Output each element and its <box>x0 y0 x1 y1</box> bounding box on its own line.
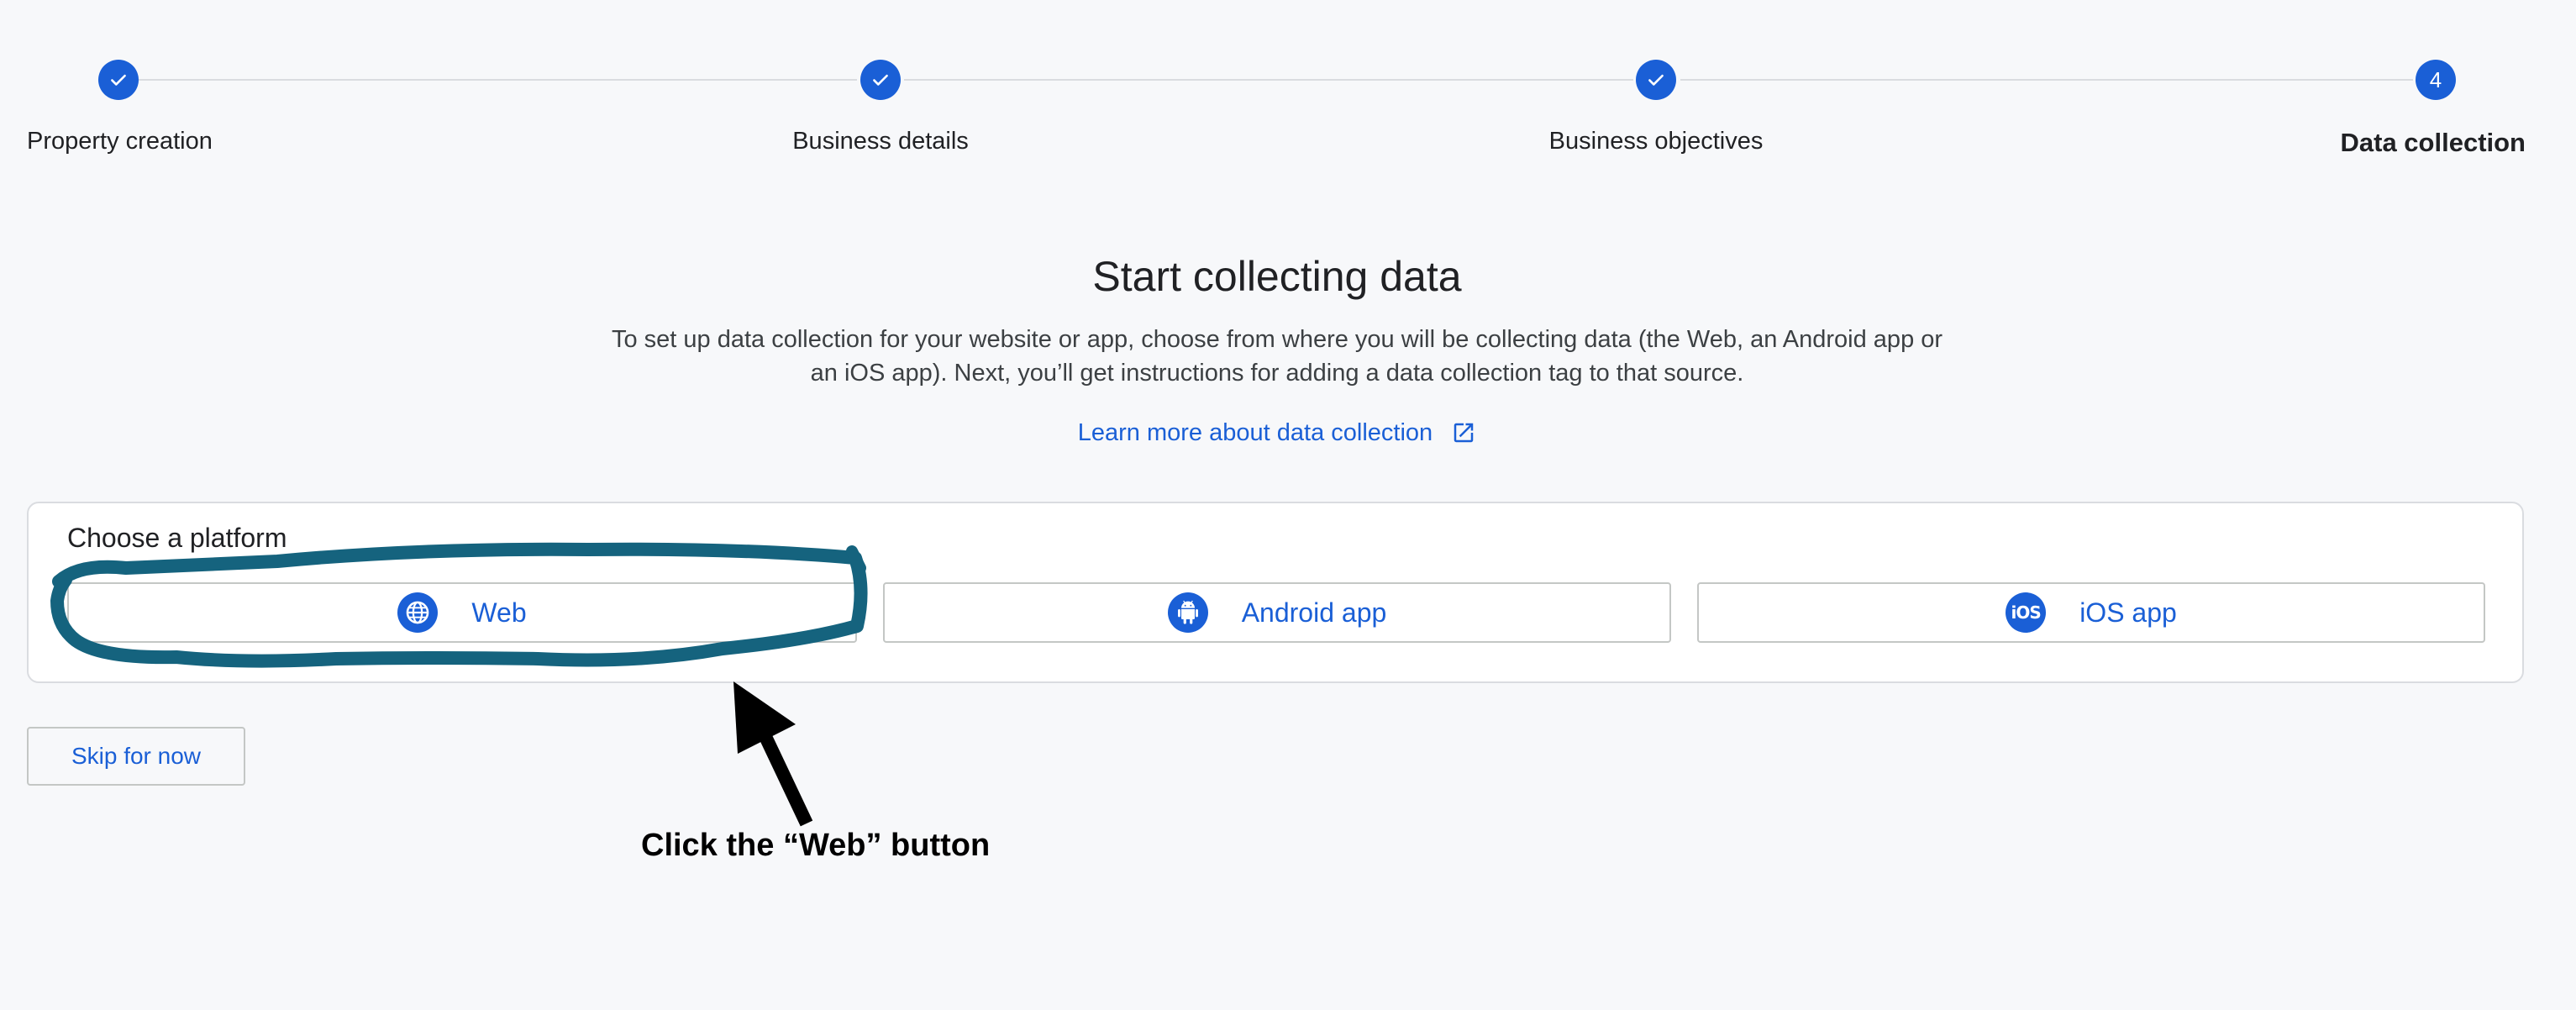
skip-for-now-button[interactable]: Skip for now <box>27 727 245 786</box>
check-icon <box>111 74 126 86</box>
annotation-caption: Click the “Web” button <box>641 828 991 863</box>
check-icon <box>873 74 888 86</box>
pointer-arrow-icon <box>733 681 813 827</box>
web-platform-button[interactable]: Web <box>67 582 857 643</box>
step-1-complete-indicator <box>98 60 139 100</box>
android-platform-button[interactable]: Android app <box>883 582 1671 643</box>
step-label-business-objectives: Business objectives <box>1548 128 1764 155</box>
ios-platform-label: iOS app <box>2079 597 2177 628</box>
stepper-connector <box>904 79 1633 81</box>
web-platform-label: Web <box>471 597 527 628</box>
step-3-complete-indicator <box>1636 60 1676 100</box>
learn-more-link[interactable]: Learn more about data collection <box>0 418 2554 447</box>
ios-platform-button[interactable]: iOS iOS app <box>1697 582 2485 643</box>
open-in-new-icon <box>1454 423 1474 443</box>
step-4-current-indicator: 4 <box>2416 60 2456 100</box>
step-label-business-details: Business details <box>792 128 969 155</box>
progress-stepper: 4 Property creation Business details Bus… <box>0 0 2576 168</box>
platform-heading: Choose a platform <box>67 523 287 553</box>
page-title: Start collecting data <box>1092 253 1462 300</box>
stepper-connector <box>1680 79 2413 81</box>
step-number: 4 <box>2429 66 2442 92</box>
step-label-property-creation: Property creation <box>27 128 213 155</box>
check-icon <box>1648 74 1664 86</box>
stepper-connector <box>138 79 857 81</box>
ios-icon: iOS <box>2006 592 2047 633</box>
step-2-complete-indicator <box>860 60 901 100</box>
android-platform-label: Android app <box>1241 597 1387 628</box>
step-label-data-collection: Data collection <box>2340 128 2526 157</box>
android-icon <box>1167 592 1208 633</box>
skip-label: Skip for now <box>71 743 202 769</box>
learn-more-label: Learn more about data collection <box>1077 418 1433 446</box>
page-description: To set up data collection for your websi… <box>611 326 1943 387</box>
globe-icon <box>397 592 439 633</box>
